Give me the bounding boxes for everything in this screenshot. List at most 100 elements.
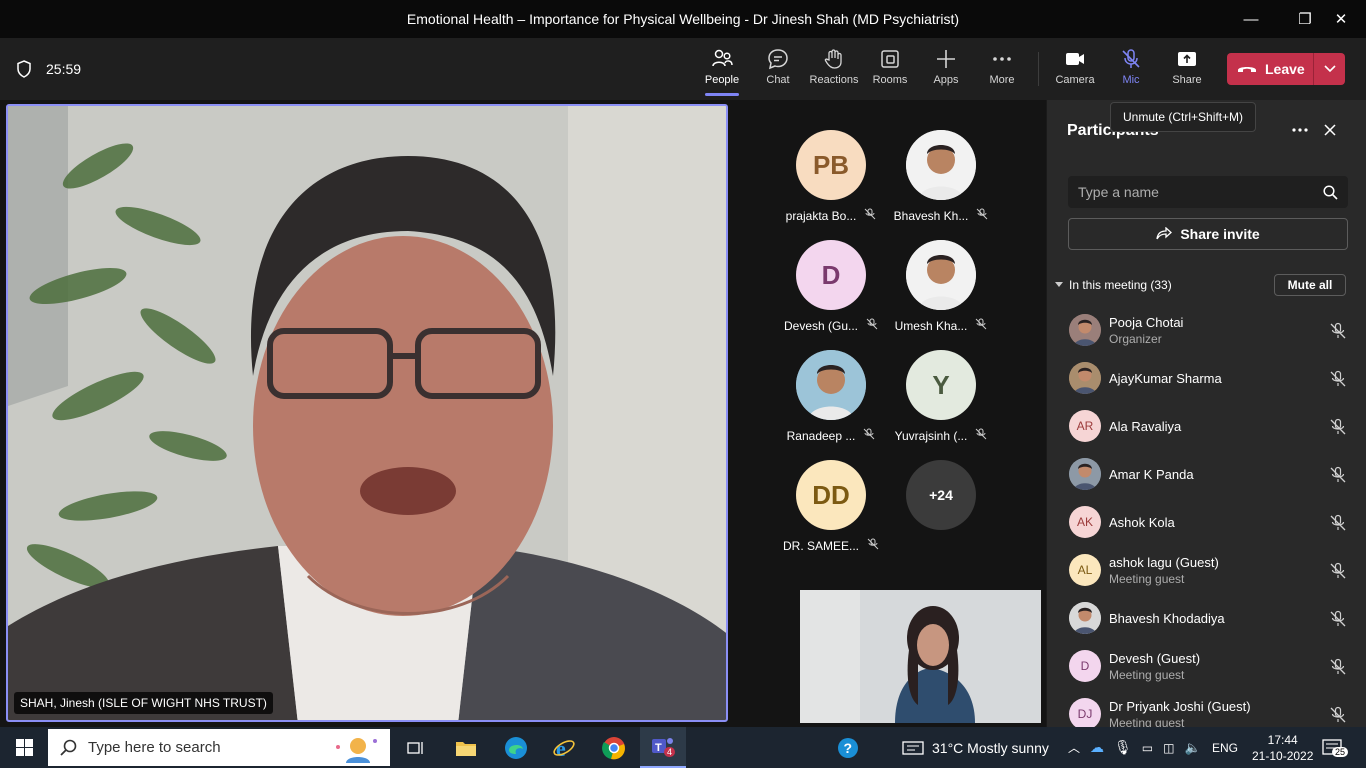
internet-explorer-icon[interactable]: e	[542, 727, 586, 768]
window-titlebar: Emotional Health – Importance for Physic…	[0, 0, 1366, 38]
apps-button[interactable]: Apps	[918, 48, 974, 94]
tile-name-row: prajakta Bo...	[776, 208, 886, 223]
muted-mic-icon[interactable]	[1329, 562, 1347, 580]
share-button[interactable]: Share	[1159, 48, 1215, 94]
mic-button[interactable]: Mic	[1103, 48, 1159, 94]
close-panel-icon[interactable]	[1324, 124, 1336, 136]
participant-tile[interactable]: Y Yuvrajsinh (...	[886, 350, 996, 443]
participant-row[interactable]: Bhavesh Khodadiya	[1047, 594, 1366, 642]
participants-panel: Participants Type a name Share invite In…	[1046, 100, 1366, 730]
ellipsis-icon	[993, 57, 1011, 61]
notifications-button[interactable]: 25	[1322, 727, 1349, 768]
leave-options-chevron[interactable]	[1313, 53, 1345, 85]
muted-mic-icon	[975, 318, 987, 333]
participant-tile[interactable]: D Devesh (Gu...	[776, 240, 886, 333]
mute-all-button[interactable]: Mute all	[1274, 274, 1346, 296]
leave-main[interactable]: Leave	[1227, 61, 1313, 77]
chrome-icon[interactable]	[592, 727, 636, 768]
minimize-icon[interactable]: —	[1228, 0, 1274, 38]
start-button[interactable]	[0, 727, 48, 768]
people-button[interactable]: People	[694, 48, 750, 96]
svg-text:e: e	[556, 736, 566, 760]
participant-tile[interactable]: Ranadeep ...	[776, 350, 886, 443]
more-label: More	[989, 74, 1015, 86]
avatar-initials: +24	[906, 460, 976, 530]
participant-row[interactable]: Pooja Chotai Organizer	[1047, 306, 1366, 354]
participant-text: Ala Ravaliya	[1109, 419, 1181, 434]
muted-mic-icon	[863, 428, 875, 443]
network-icon[interactable]: ◫	[1163, 741, 1174, 755]
edge-browser-icon[interactable]	[494, 727, 538, 768]
more-button[interactable]: More	[974, 48, 1030, 94]
participant-name: Pooja Chotai	[1109, 314, 1184, 330]
mic-tooltip: Unmute (Ctrl+Shift+M)	[1110, 102, 1257, 132]
participant-text: Amar K Panda	[1109, 467, 1194, 482]
language-indicator[interactable]: ENG	[1212, 727, 1238, 768]
participant-row[interactable]: AjayKumar Sharma	[1047, 354, 1366, 402]
participant-row[interactable]: Amar K Panda	[1047, 450, 1366, 498]
toolbar-separator	[1038, 52, 1039, 86]
participant-row[interactable]: AK Ashok Kola	[1047, 498, 1366, 546]
participant-role: Meeting guest	[1109, 667, 1185, 682]
muted-mic-icon[interactable]	[1329, 370, 1347, 388]
tile-name: Yuvrajsinh (...	[894, 428, 968, 443]
self-video-preview[interactable]	[800, 590, 1041, 723]
participant-row[interactable]: D Devesh (Guest) Meeting guest	[1047, 642, 1366, 690]
teams-icon[interactable]: T 4	[640, 727, 686, 768]
share-invite-button[interactable]: Share invite	[1068, 218, 1348, 250]
muted-mic-icon[interactable]	[1329, 466, 1347, 484]
main-speaker-video[interactable]: SHAH, Jinesh (ISLE OF WIGHT NHS TRUST)	[6, 104, 728, 722]
reactions-button[interactable]: Reactions	[806, 48, 862, 94]
hang-up-icon	[1238, 67, 1256, 72]
leave-button[interactable]: Leave	[1227, 53, 1345, 85]
chevron-up-icon[interactable]: ︿	[1068, 739, 1080, 756]
muted-mic-icon[interactable]	[1329, 322, 1347, 340]
participant-tile[interactable]: DD DR. SAMEE...	[776, 460, 886, 553]
weather-widget[interactable]: 31°C Mostly sunny	[902, 727, 1049, 768]
participant-row[interactable]: AR Ala Ravaliya	[1047, 402, 1366, 450]
mic-label: Mic	[1122, 74, 1140, 86]
share-invite-label: Share invite	[1180, 226, 1260, 242]
battery-icon[interactable]: ▭	[1142, 741, 1153, 755]
rooms-button[interactable]: Rooms	[862, 48, 918, 94]
volume-icon[interactable]: 🔈	[1184, 740, 1200, 756]
shield-icon	[17, 60, 31, 78]
search-placeholder: Type a name	[1078, 184, 1159, 200]
close-window-icon[interactable]: ✕	[1318, 0, 1364, 38]
timer-text: 25:59	[46, 61, 82, 77]
chat-button[interactable]: Chat	[750, 48, 806, 94]
participant-role: Organizer	[1109, 331, 1162, 346]
participant-avatar-photo	[1069, 362, 1101, 394]
avatar-initials: Y	[906, 350, 976, 420]
microphone-icon[interactable]: 🎙	[1114, 739, 1132, 756]
file-explorer-icon[interactable]	[444, 727, 488, 768]
muted-mic-icon[interactable]	[1329, 706, 1347, 724]
clock[interactable]: 17:44 21-10-2022	[1252, 727, 1313, 768]
participant-avatar-initials: D	[1069, 650, 1101, 682]
tile-name: Umesh Kha...	[894, 318, 968, 333]
participant-avatar-initials: AK	[1069, 506, 1101, 538]
in-meeting-section-toggle[interactable]: In this meeting (33)	[1055, 278, 1172, 292]
participant-search-input[interactable]: Type a name	[1068, 176, 1348, 208]
participant-avatar-photo	[1069, 602, 1101, 634]
participant-tile[interactable]: Umesh Kha...	[886, 240, 996, 333]
plus-icon	[937, 50, 955, 68]
notification-count: 25	[1332, 747, 1349, 757]
muted-mic-icon[interactable]	[1329, 658, 1347, 676]
windows-taskbar: Type here to search e T 4 ? 31°C Mostly …	[0, 727, 1366, 768]
system-tray: ︿ ☁ 🎙 ▭ ◫ 🔈	[1068, 727, 1201, 768]
muted-mic-icon[interactable]	[1329, 610, 1347, 628]
muted-mic-icon[interactable]	[1329, 514, 1347, 532]
camera-button[interactable]: Camera	[1047, 48, 1103, 94]
taskbar-search-input[interactable]: Type here to search	[48, 729, 390, 766]
participant-tile[interactable]: Bhavesh Kh...	[886, 130, 996, 223]
onedrive-icon[interactable]: ☁	[1090, 739, 1104, 756]
overflow-participants-tile[interactable]: +24	[886, 460, 996, 530]
participant-tile[interactable]: PB prajakta Bo...	[776, 130, 886, 223]
muted-mic-icon[interactable]	[1329, 418, 1347, 436]
clock-time: 17:44	[1267, 732, 1298, 747]
participant-row[interactable]: AL ashok lagu (Guest) Meeting guest	[1047, 546, 1366, 594]
task-view-icon[interactable]	[396, 727, 436, 768]
more-options-icon[interactable]	[1292, 128, 1308, 132]
help-icon[interactable]: ?	[830, 727, 866, 768]
